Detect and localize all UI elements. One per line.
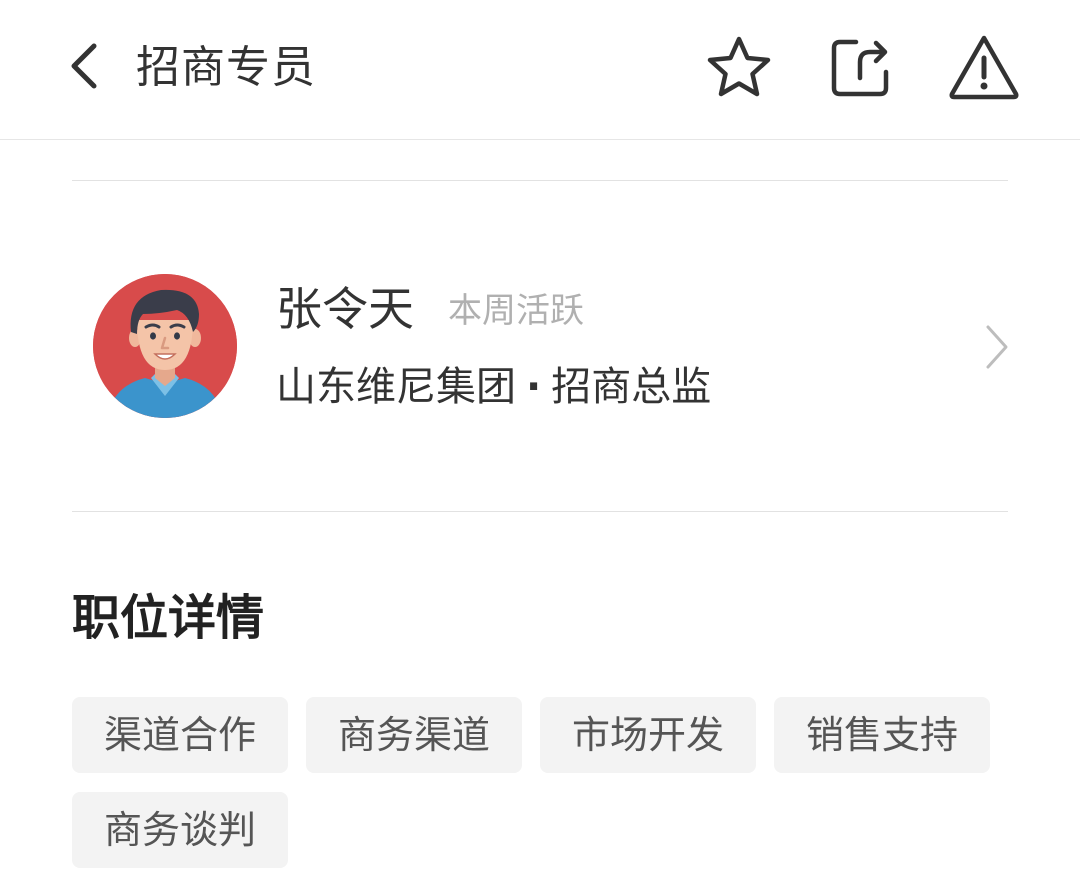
chevron-right-icon [982, 323, 1010, 371]
skill-tag[interactable]: 商务谈判 [72, 792, 288, 868]
share-button[interactable] [824, 32, 896, 104]
job-detail-page: 招商专员 张令天 本周活跃 山东维尼集团 · 招商总监 职位详情 渠道合作 商务… [0, 0, 1080, 894]
skill-tag[interactable]: 市场开发 [540, 697, 756, 773]
company-name: 山东维尼集团 [276, 364, 516, 410]
profile-divider [72, 511, 1008, 512]
recruiter-name: 张令天 [276, 282, 414, 336]
separator-dot: · [526, 364, 542, 410]
section-title: 职位详情 [72, 590, 265, 646]
back-button[interactable] [64, 38, 108, 94]
recruiter-position: 招商总监 [551, 364, 712, 410]
page-title: 招商专员 [136, 42, 316, 93]
activity-status: 本周活跃 [448, 291, 584, 331]
avatar-illustration [93, 274, 237, 418]
star-icon [707, 36, 771, 97]
report-button[interactable] [948, 32, 1020, 104]
recruiter-card[interactable]: 张令天 本周活跃 山东维尼集团 · 招商总监 [72, 181, 1008, 511]
skill-tag[interactable]: 渠道合作 [72, 697, 288, 773]
skill-tag[interactable]: 商务渠道 [306, 697, 522, 773]
skill-tag[interactable]: 销售支持 [774, 697, 990, 773]
avatar [93, 274, 237, 418]
favorite-button[interactable] [703, 32, 775, 104]
top-nav-bar: 招商专员 [0, 0, 1080, 140]
share-icon [831, 39, 889, 97]
warning-icon [949, 35, 1019, 100]
chevron-left-icon [71, 43, 97, 89]
company-position: 山东维尼集团 · 招商总监 [276, 359, 711, 415]
